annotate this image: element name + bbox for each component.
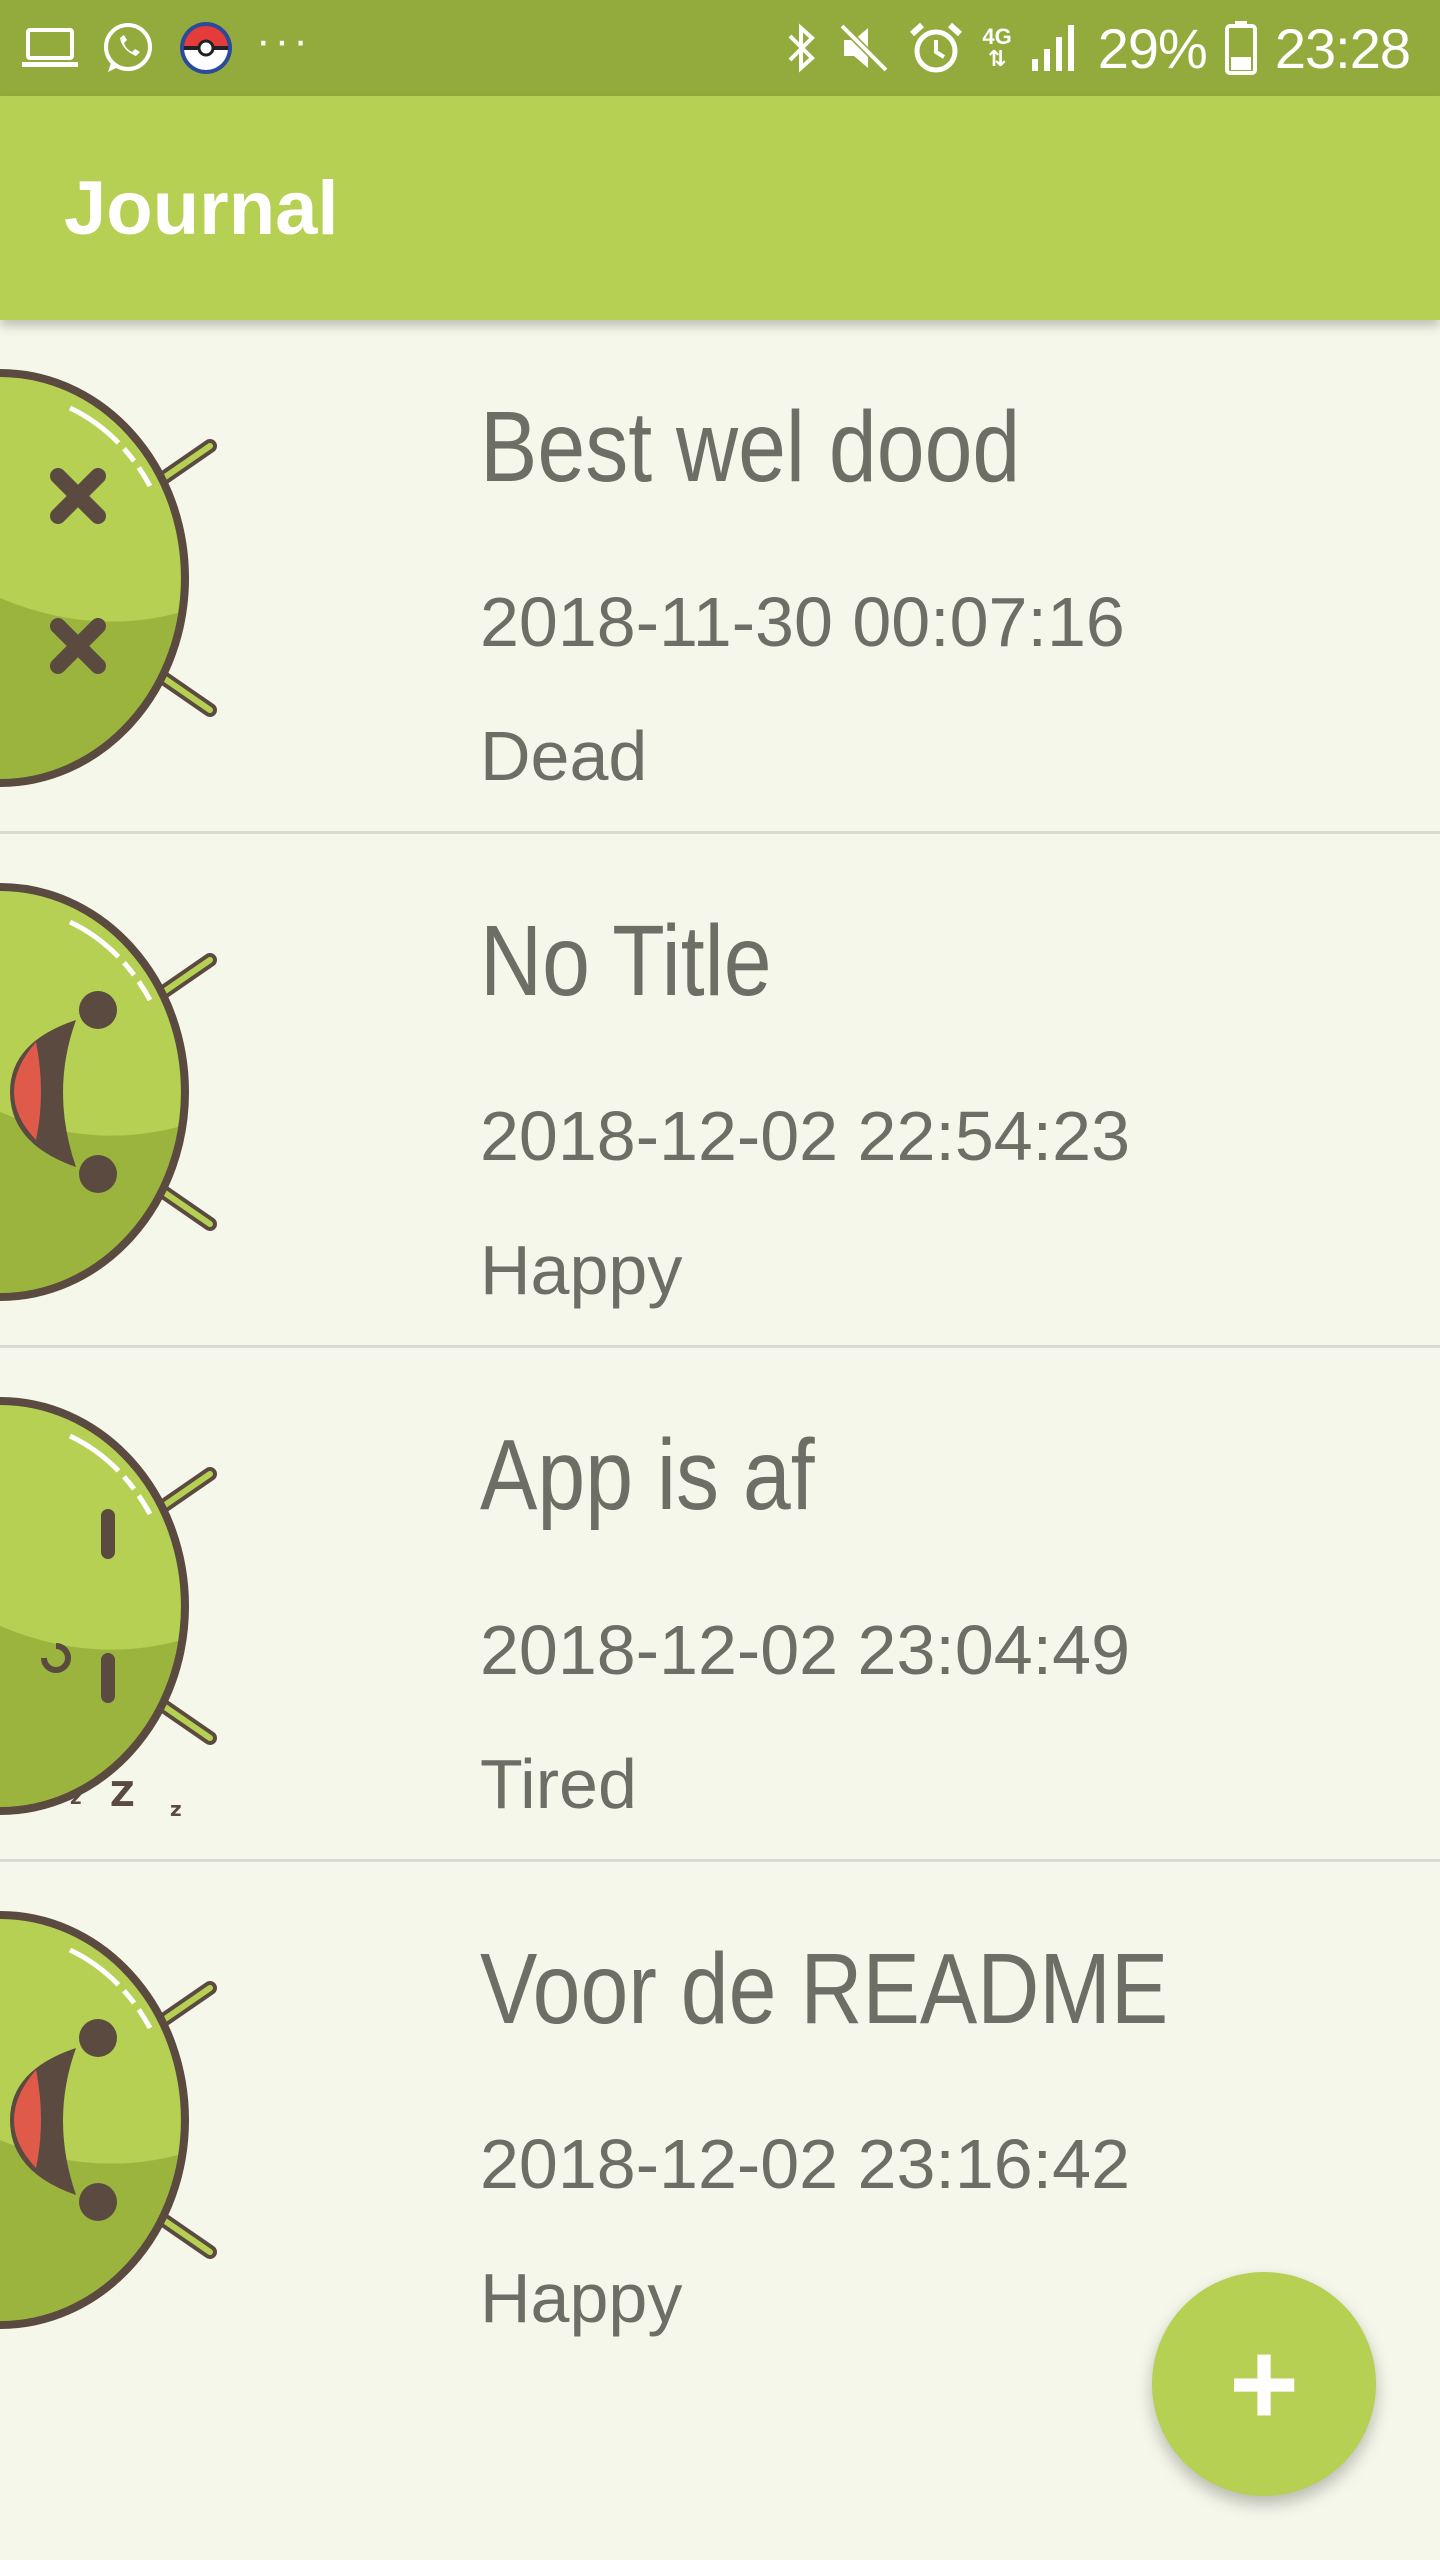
app-bar: Journal: [0, 96, 1440, 320]
entry-mood: Happy: [480, 2259, 683, 2337]
add-entry-button[interactable]: +: [1152, 2272, 1376, 2496]
clock: 23:28: [1274, 16, 1411, 80]
status-bar: ··· 4G ⇅ 29% 23:28: [0, 0, 1440, 96]
happy-android-icon: [0, 883, 217, 1301]
entry-date: 2018-11-30 00:07:16: [480, 583, 1125, 661]
dead-android-icon: [0, 369, 217, 787]
pokeball-icon: [178, 20, 234, 76]
entry-title: App is af: [480, 1419, 815, 1531]
entry-title: No Title: [480, 905, 772, 1017]
app-title: Journal: [64, 165, 339, 251]
svg-text:z: z: [170, 1797, 182, 1816]
whatsapp-icon: [100, 20, 156, 76]
entry-mood: Happy: [480, 1231, 683, 1309]
mute-icon: [838, 20, 890, 76]
entry-date: 2018-12-02 23:16:42: [480, 2125, 1130, 2203]
status-right-icons: 4G ⇅ 29% 23:28: [766, 0, 1411, 96]
tired-android-icon: Z z z: [0, 1397, 217, 1816]
svg-text:Z: Z: [110, 1775, 135, 1815]
laptop-icon: [22, 26, 78, 70]
battery-icon: [1224, 21, 1257, 75]
bluetooth-icon: [784, 20, 820, 76]
plus-icon: +: [1228, 2317, 1300, 2451]
svg-text:z: z: [70, 1785, 82, 1809]
happy-android-icon: [0, 1911, 217, 2329]
network-4g-icon: 4G ⇅: [982, 24, 1012, 71]
more-dots-icon: ···: [256, 16, 312, 65]
entry-mood: Tired: [480, 1745, 637, 1823]
journal-entry[interactable]: No Title 2018-12-02 22:54:23 Happy: [0, 834, 1440, 1348]
entry-date: 2018-12-02 22:54:23: [480, 1097, 1130, 1175]
battery-percent: 29%: [1097, 16, 1208, 80]
journal-entry[interactable]: Best wel dood 2018-11-30 00:07:16 Dead: [0, 320, 1440, 834]
entry-date: 2018-12-02 23:04:49: [480, 1611, 1130, 1689]
journal-entry-list: Best wel dood 2018-11-30 00:07:16 Dead N…: [0, 320, 1440, 2376]
status-left-icons: ···: [22, 0, 334, 96]
signal-icon: [1030, 23, 1080, 73]
journal-entry[interactable]: Z z z App is af 2018-12-02 23:04:49 Tire…: [0, 1348, 1440, 1862]
entry-title: Best wel dood: [480, 391, 1021, 503]
entry-mood: Dead: [480, 717, 648, 795]
entry-title: Voor de README: [480, 1933, 1169, 2045]
alarm-icon: [908, 20, 964, 76]
